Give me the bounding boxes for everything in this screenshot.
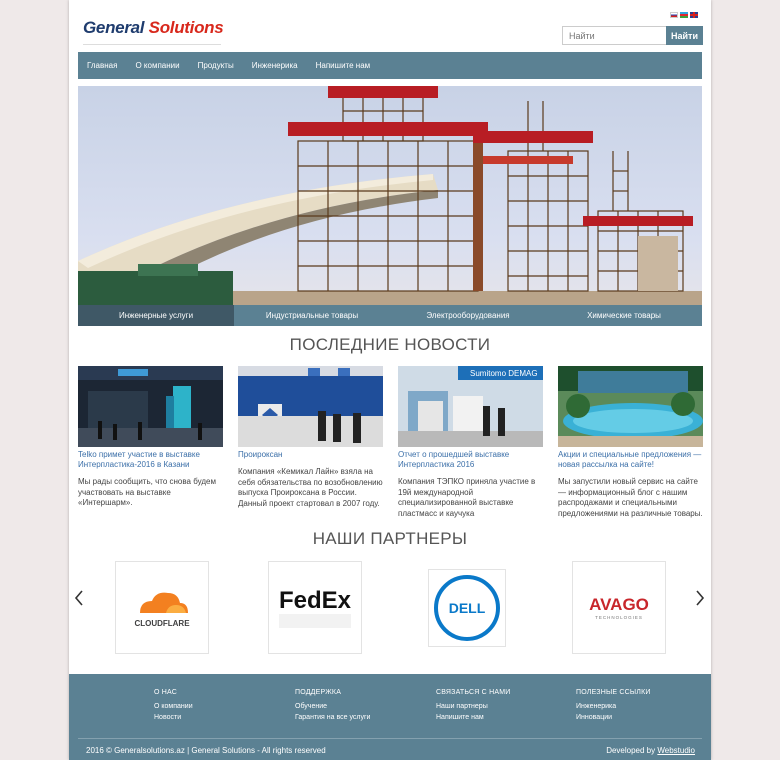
avago-wordmark: AVAGO [589,595,649,614]
news-description: Компания ТЭПКО приняла участие в 19й меж… [398,477,536,518]
developed-by-label: Developed by [606,746,656,755]
footer-column-useful-links: ПОЛЕЗНЫЕ ССЫЛКИ Инженерика Инновации [576,689,651,721]
tab-electrical-equipment[interactable]: Электрооборудования [390,305,546,326]
news-title-link[interactable]: Telko примет участие в выставке Интерпла… [78,450,223,470]
news-section-title: ПОСЛЕДНИЕ НОВОСТИ [289,335,491,354]
news-title-link[interactable]: Проироксан [238,450,383,460]
chevron-right-icon[interactable] [695,589,705,612]
tab-chemical-goods[interactable]: Химические товары [546,305,702,326]
nav-item-home[interactable]: Главная [87,61,117,70]
footer-link[interactable]: Новости [154,714,193,721]
logo-underline [83,44,221,45]
news-description: Мы рады сообщить, что снова будем участв… [78,477,216,507]
nav-item-about[interactable]: О компании [135,61,179,70]
news-image[interactable] [238,366,383,447]
site-logo[interactable]: General Solutions [83,18,224,38]
search-button[interactable]: Найти [666,26,703,45]
footer-heading: СВЯЗАТЬСЯ С НАМИ [436,689,511,696]
news-description: Компания «Кемикал Лайн» взяла на себя об… [238,467,383,508]
footer-link[interactable]: Инженерика [576,703,651,710]
news-item: Telko примет участие в выставке Интерпла… [78,366,223,509]
flag-ru-icon[interactable] [670,12,678,18]
partners-section-title: НАШИ ПАРТНЕРЫ [312,529,468,548]
flag-az-icon[interactable] [680,12,688,18]
footer-link[interactable]: Гарантия на все услуги [295,714,370,721]
news-description: Мы запустили новый сервис на сайте — инф… [558,477,703,518]
partner-logo-avago[interactable]: AVAGO TECHNOLOGIES [572,561,666,654]
news-image[interactable]: Sumitomo DEMAG [398,366,543,447]
footer-link[interactable]: Напишите нам [436,714,510,721]
site-footer: О НАС О компании Новости ПОДДЕРЖКА Обуче… [69,674,711,760]
nav-item-products[interactable]: Продукты [198,61,234,70]
footer-link[interactable]: Обучение [295,703,370,710]
news-title-link[interactable]: Акции и специальные предложения — новая … [558,450,703,470]
dell-wordmark: DELL [449,600,486,616]
partner-logo-cloudflare[interactable]: CLOUDFLARE [115,561,209,654]
page-container: General Solutions Найти Главная О компан… [69,0,711,760]
developer-credit: Developed by Webstudio [606,746,695,755]
footer-column-contact: СВЯЗАТЬСЯ С НАМИ Наши партнеры Напишите … [436,689,510,721]
hero-tabs: Инженерные услуги Индустриальные товары … [78,305,702,326]
hero-slider-image [78,86,702,305]
search-input[interactable] [562,26,666,45]
footer-link[interactable]: Наши партнеры [436,703,510,710]
news-image[interactable] [78,366,223,447]
news-item: Sumitomo DEMAG Отчет о прошедшей выставк… [398,366,543,519]
news-title-link[interactable]: Отчет о прошедшей выставке Интерпластика… [398,450,543,470]
logo-text-general: General [83,18,145,37]
copyright-text: 2016 © Generalsolutions.az | General Sol… [86,746,326,755]
chevron-left-icon[interactable] [74,589,84,612]
cloudflare-wordmark: CLOUDFLARE [134,619,190,628]
footer-link[interactable]: Инновации [576,714,651,721]
main-nav: Главная О компании Продукты Инженерика Н… [78,52,702,79]
tab-industrial-goods[interactable]: Индустриальные товары [234,305,390,326]
footer-heading: ПОЛЕЗНЫЕ ССЫЛКИ [576,689,651,696]
construction-scaffolding-image [78,86,702,305]
news-item: Акции и специальные предложения — новая … [558,366,703,519]
footer-link[interactable]: О компании [154,703,193,710]
developer-link[interactable]: Webstudio [657,746,695,755]
footer-heading: О НАС [154,689,178,696]
partner-logo-dell[interactable]: DELL [428,569,506,647]
nav-item-contact[interactable]: Напишите нам [316,61,371,70]
partner-logo-fedex[interactable]: FedEx [268,561,362,654]
flag-en-icon[interactable] [690,12,698,18]
news-image[interactable] [558,366,703,447]
footer-divider [78,738,702,739]
tab-engineering-services[interactable]: Инженерные услуги [78,305,234,326]
fedex-wordmark: FedEx [279,587,352,614]
footer-heading: ПОДДЕРЖКА [295,689,342,696]
avago-subtitle: TECHNOLOGIES [595,615,643,620]
svg-text:Sumitomo DEMAG: Sumitomo DEMAG [470,369,538,378]
logo-text-solutions: Solutions [148,18,224,37]
news-item: Проироксан Компания «Кемикал Лайн» взяла… [238,366,383,509]
search-form: Найти [562,26,703,45]
footer-column-about: О НАС О компании Новости [154,689,193,721]
nav-item-engineering[interactable]: Инженерика [252,61,298,70]
language-switcher [670,12,698,18]
footer-column-support: ПОДДЕРЖКА Обучение Гарантия на все услуг… [295,689,370,721]
